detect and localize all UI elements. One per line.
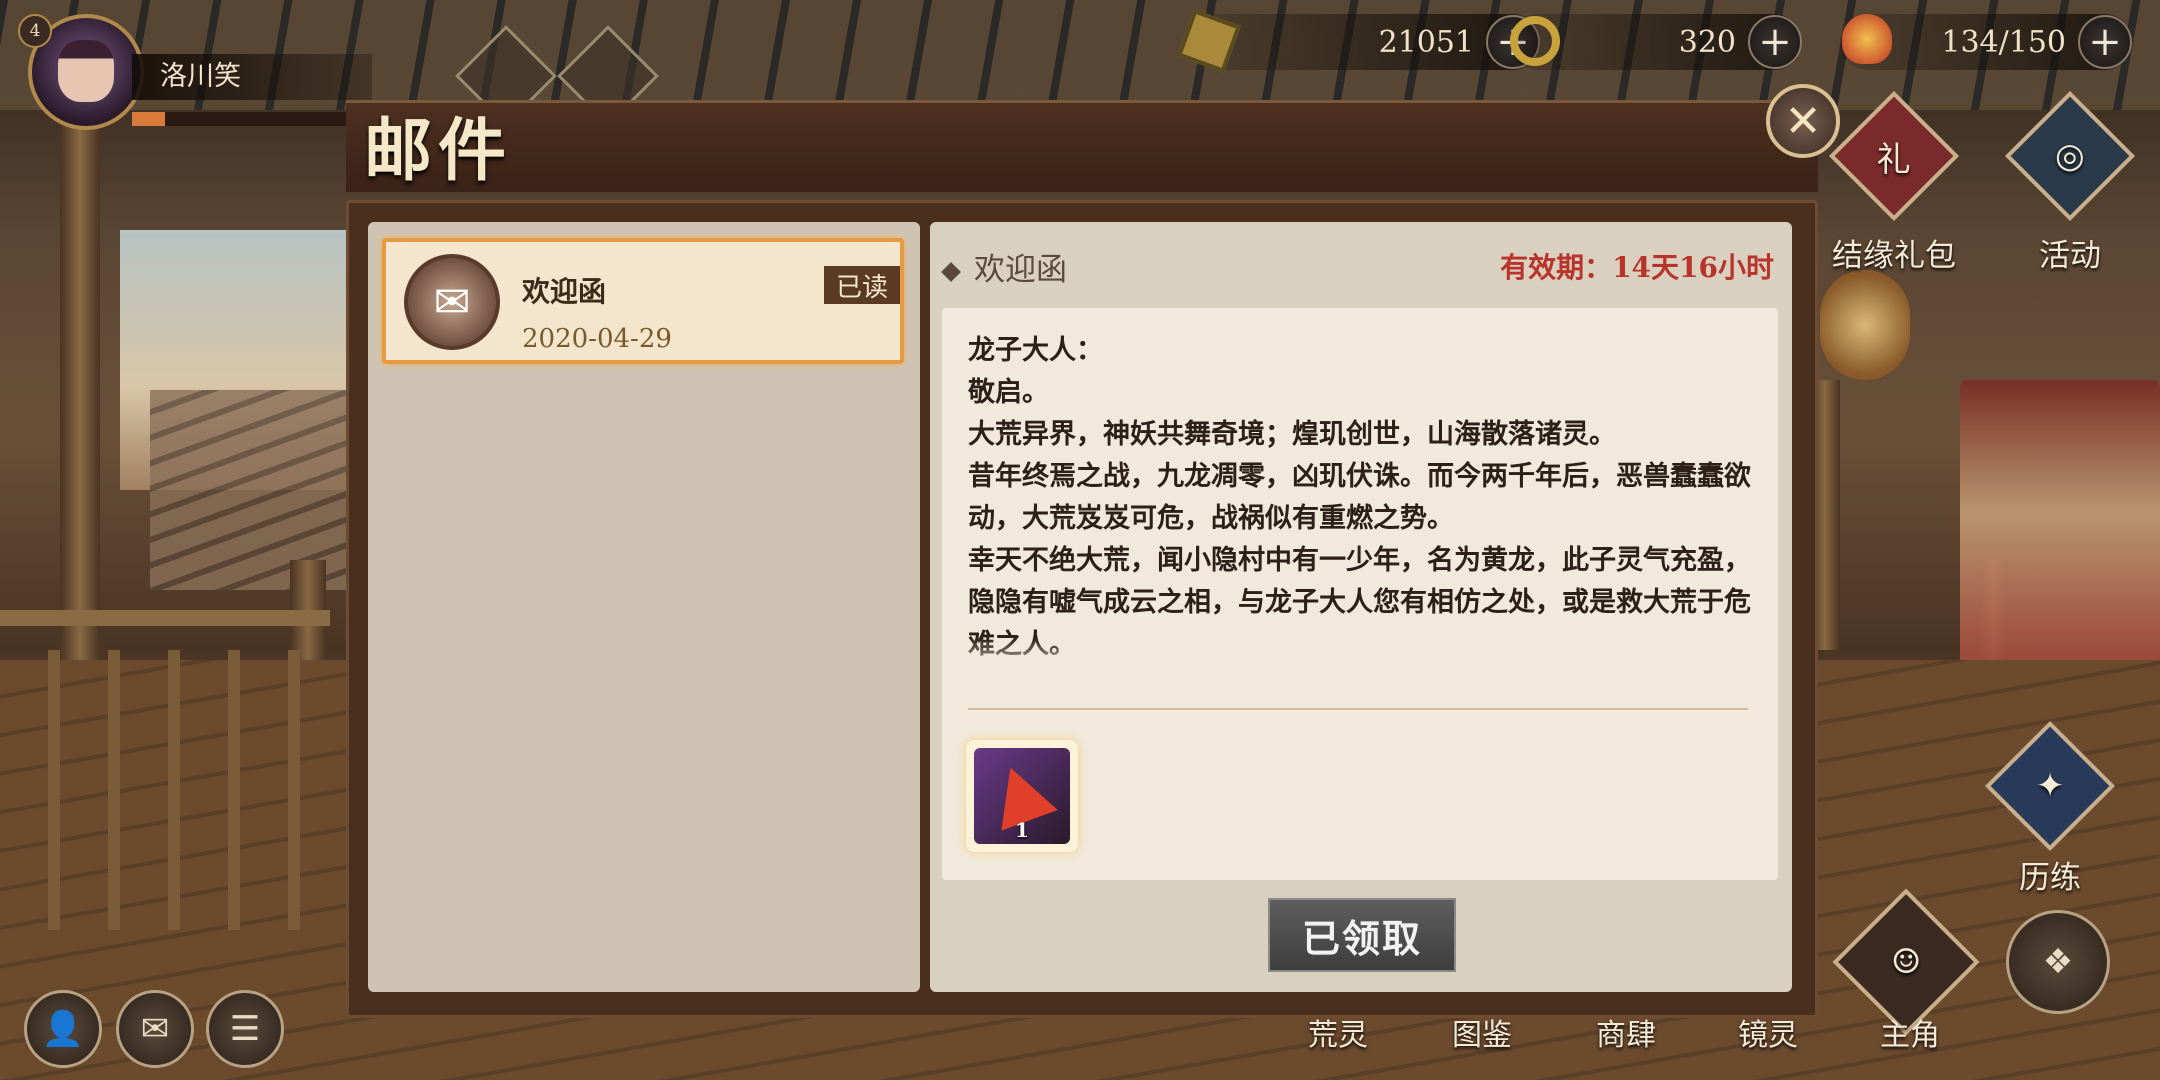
quest-list-icon[interactable]: ☰ [206, 990, 284, 1068]
events-entry[interactable]: ◎ 活动 [2004, 90, 2136, 275]
events-label: 活动 [2039, 238, 2101, 274]
red-gem-icon: 1 [974, 748, 1070, 844]
envelope-icon: ✉ [404, 254, 500, 350]
mail-date: 2020-04-29 [522, 324, 672, 354]
detail-subject-text: 欢迎函 [974, 252, 1067, 288]
letter-line: 大荒异界，神妖共舞奇境；煌玑创世，山海散落诸灵。 [968, 419, 1616, 450]
add-stamina-button[interactable]: + [2078, 15, 2132, 69]
letter-line: 龙子大人： [968, 335, 1103, 366]
railing [0, 610, 330, 626]
detail-subject: 欢迎函 [941, 244, 1067, 289]
exp-bar-fill [132, 112, 165, 126]
gift-pack-label: 结缘礼包 [1832, 238, 1956, 274]
avatar-portrait [58, 40, 114, 102]
training-icon: ✦ [1984, 720, 2116, 852]
pillar [60, 100, 100, 660]
gift-pack-icon: 礼 [1828, 90, 1960, 222]
training-label: 历练 [2019, 860, 2081, 896]
protagonist-entry[interactable]: ☺ [1832, 888, 1980, 1036]
mail-list-item[interactable]: ✉ 欢迎函 2020-04-29 已读 [382, 238, 904, 364]
clock-tower [1820, 270, 1910, 380]
coin-amount: 21051 [1378, 24, 1474, 60]
letter-line: 昔年终焉之战，九龙凋零，凶玑伏诛。而今两千年后，恶兽蠢蠢欲动，大荒岌岌可危，战祸… [968, 461, 1751, 534]
compass-menu-icon[interactable]: ❖ [2006, 910, 2110, 1014]
mail-detail-panel: 欢迎函 有效期：14天16小时 龙子大人： 敬启。 大荒异界，神妖共舞奇境；煌玑… [930, 222, 1792, 992]
nav-protagonist[interactable]: 主角 [1880, 1010, 1940, 1054]
validity-period: 有效期：14天16小时 [1500, 251, 1774, 284]
stamina-amount: 134/150 [1941, 24, 2066, 60]
railing-posts [0, 650, 330, 930]
dialog-title: 邮件 [364, 111, 513, 191]
ring-amount: 320 [1678, 24, 1736, 60]
stamina-icon [1842, 14, 1892, 64]
reward-quantity: 1 [1015, 818, 1029, 842]
letter-text[interactable]: 龙子大人： 敬启。 大荒异界，神妖共舞奇境；煌玑创世，山海散落诸灵。 昔年终焉之… [968, 330, 1758, 674]
friends-icon[interactable]: 👤 [24, 990, 102, 1068]
exp-bar [132, 112, 352, 126]
player-name: 洛川笑 [132, 54, 372, 100]
mail-subject: 欢迎函 [522, 275, 607, 308]
diamond-bullet-icon [941, 261, 961, 282]
close-icon: ✕ [1784, 95, 1822, 147]
events-icon: ◎ [2004, 90, 2136, 222]
close-button[interactable]: ✕ [1766, 84, 1840, 158]
mail-icon[interactable]: ✉ [116, 990, 194, 1068]
resource-coins: 21051 + [1190, 14, 1540, 70]
player-level-badge: 4 [18, 14, 52, 48]
training-entry[interactable]: ✦ 历练 [1984, 720, 2116, 897]
mail-list-panel[interactable]: ✉ 欢迎函 2020-04-29 已读 [368, 222, 920, 992]
read-status-badge: 已读 [824, 266, 900, 304]
gift-pack-entry[interactable]: 礼 结缘礼包 [1828, 90, 1960, 275]
claimed-button[interactable]: 已领取 [1268, 898, 1456, 972]
add-rings-button[interactable]: + [1748, 15, 1802, 69]
reward-item[interactable]: 1 [966, 740, 1078, 852]
letter-line: 敬启。 [968, 377, 1049, 408]
ring-token-icon [1510, 16, 1560, 66]
divider [968, 708, 1748, 710]
text-fade [968, 638, 1758, 678]
dialog-header: 邮件 [346, 100, 1818, 192]
letter-body[interactable]: 龙子大人： 敬启。 大荒异界，神妖共舞奇境；煌玑创世，山海散落诸灵。 昔年终焉之… [942, 308, 1778, 880]
